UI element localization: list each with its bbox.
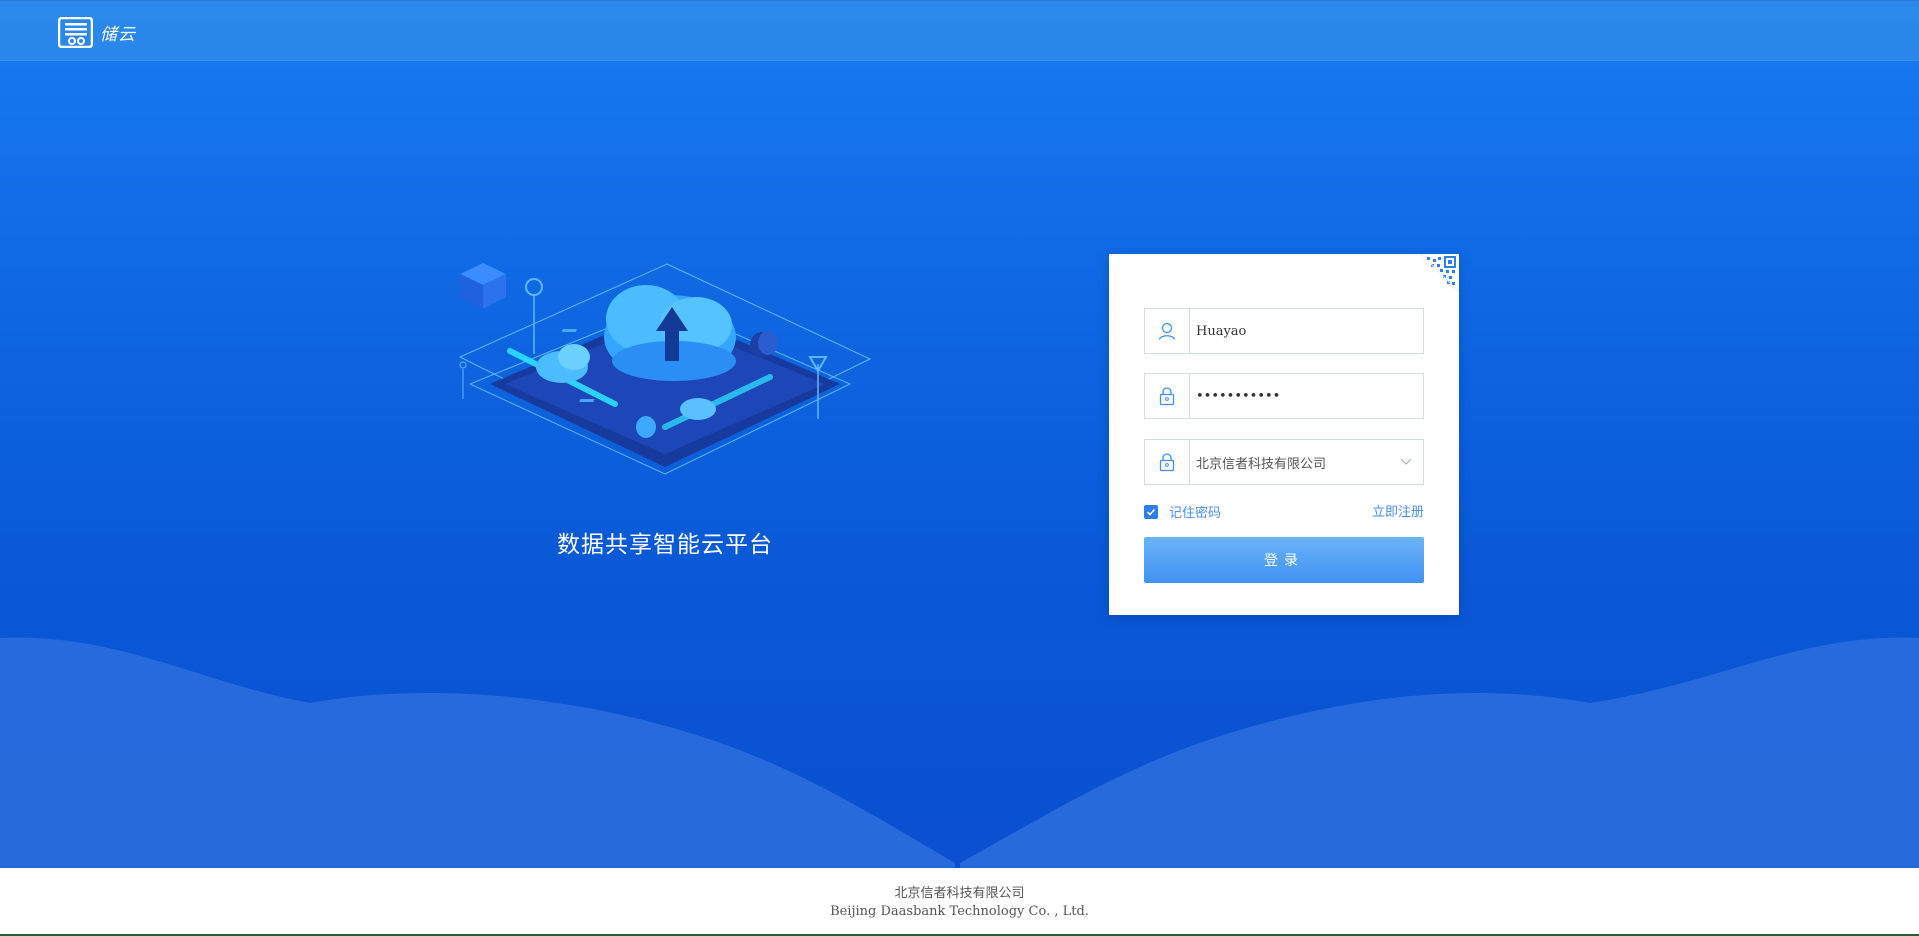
remember-password-label: 记住密码 xyxy=(1169,506,1222,521)
user-icon xyxy=(1145,309,1190,353)
stacked-disk-logo-icon xyxy=(58,17,93,48)
logo[interactable]: 储云 xyxy=(58,17,136,48)
username-field xyxy=(1144,308,1424,354)
logo-text: 储云 xyxy=(100,25,136,45)
platform-slogan: 数据共享智能云平台 xyxy=(557,532,773,558)
background-hills xyxy=(0,637,1919,868)
password-input[interactable] xyxy=(1190,374,1423,418)
login-card: 北京信者科技有限公司 记住密码 立即注册 登录 xyxy=(1109,254,1459,615)
footer-company-en: Beijing Daasbank Technology Co. , Ltd. xyxy=(830,904,1089,919)
remember-password-checkbox[interactable]: 记住密码 xyxy=(1144,502,1221,521)
register-link[interactable]: 立即注册 xyxy=(1372,501,1424,520)
top-bar: 储云 xyxy=(0,0,1919,61)
footer: 北京信者科技有限公司 Beijing Daasbank Technology C… xyxy=(0,868,1919,936)
password-field xyxy=(1144,373,1424,419)
company-select-value: 北京信者科技有限公司 xyxy=(1196,456,1327,472)
chevron-down-icon[interactable] xyxy=(1389,440,1423,484)
lock-icon xyxy=(1145,440,1190,484)
login-button[interactable]: 登录 xyxy=(1144,537,1424,583)
username-input[interactable] xyxy=(1190,309,1423,353)
footer-company-cn: 北京信者科技有限公司 xyxy=(894,886,1025,901)
checkbox-checked-icon[interactable] xyxy=(1144,504,1158,519)
qr-code-icon[interactable] xyxy=(1421,254,1459,292)
login-stage: 数据共享智能云平台 Huayao ••••••••••• 北京信者科技有限公司 … xyxy=(0,61,1919,868)
company-select[interactable]: 北京信者科技有限公司 xyxy=(1144,439,1424,485)
lock-icon xyxy=(1145,374,1190,418)
